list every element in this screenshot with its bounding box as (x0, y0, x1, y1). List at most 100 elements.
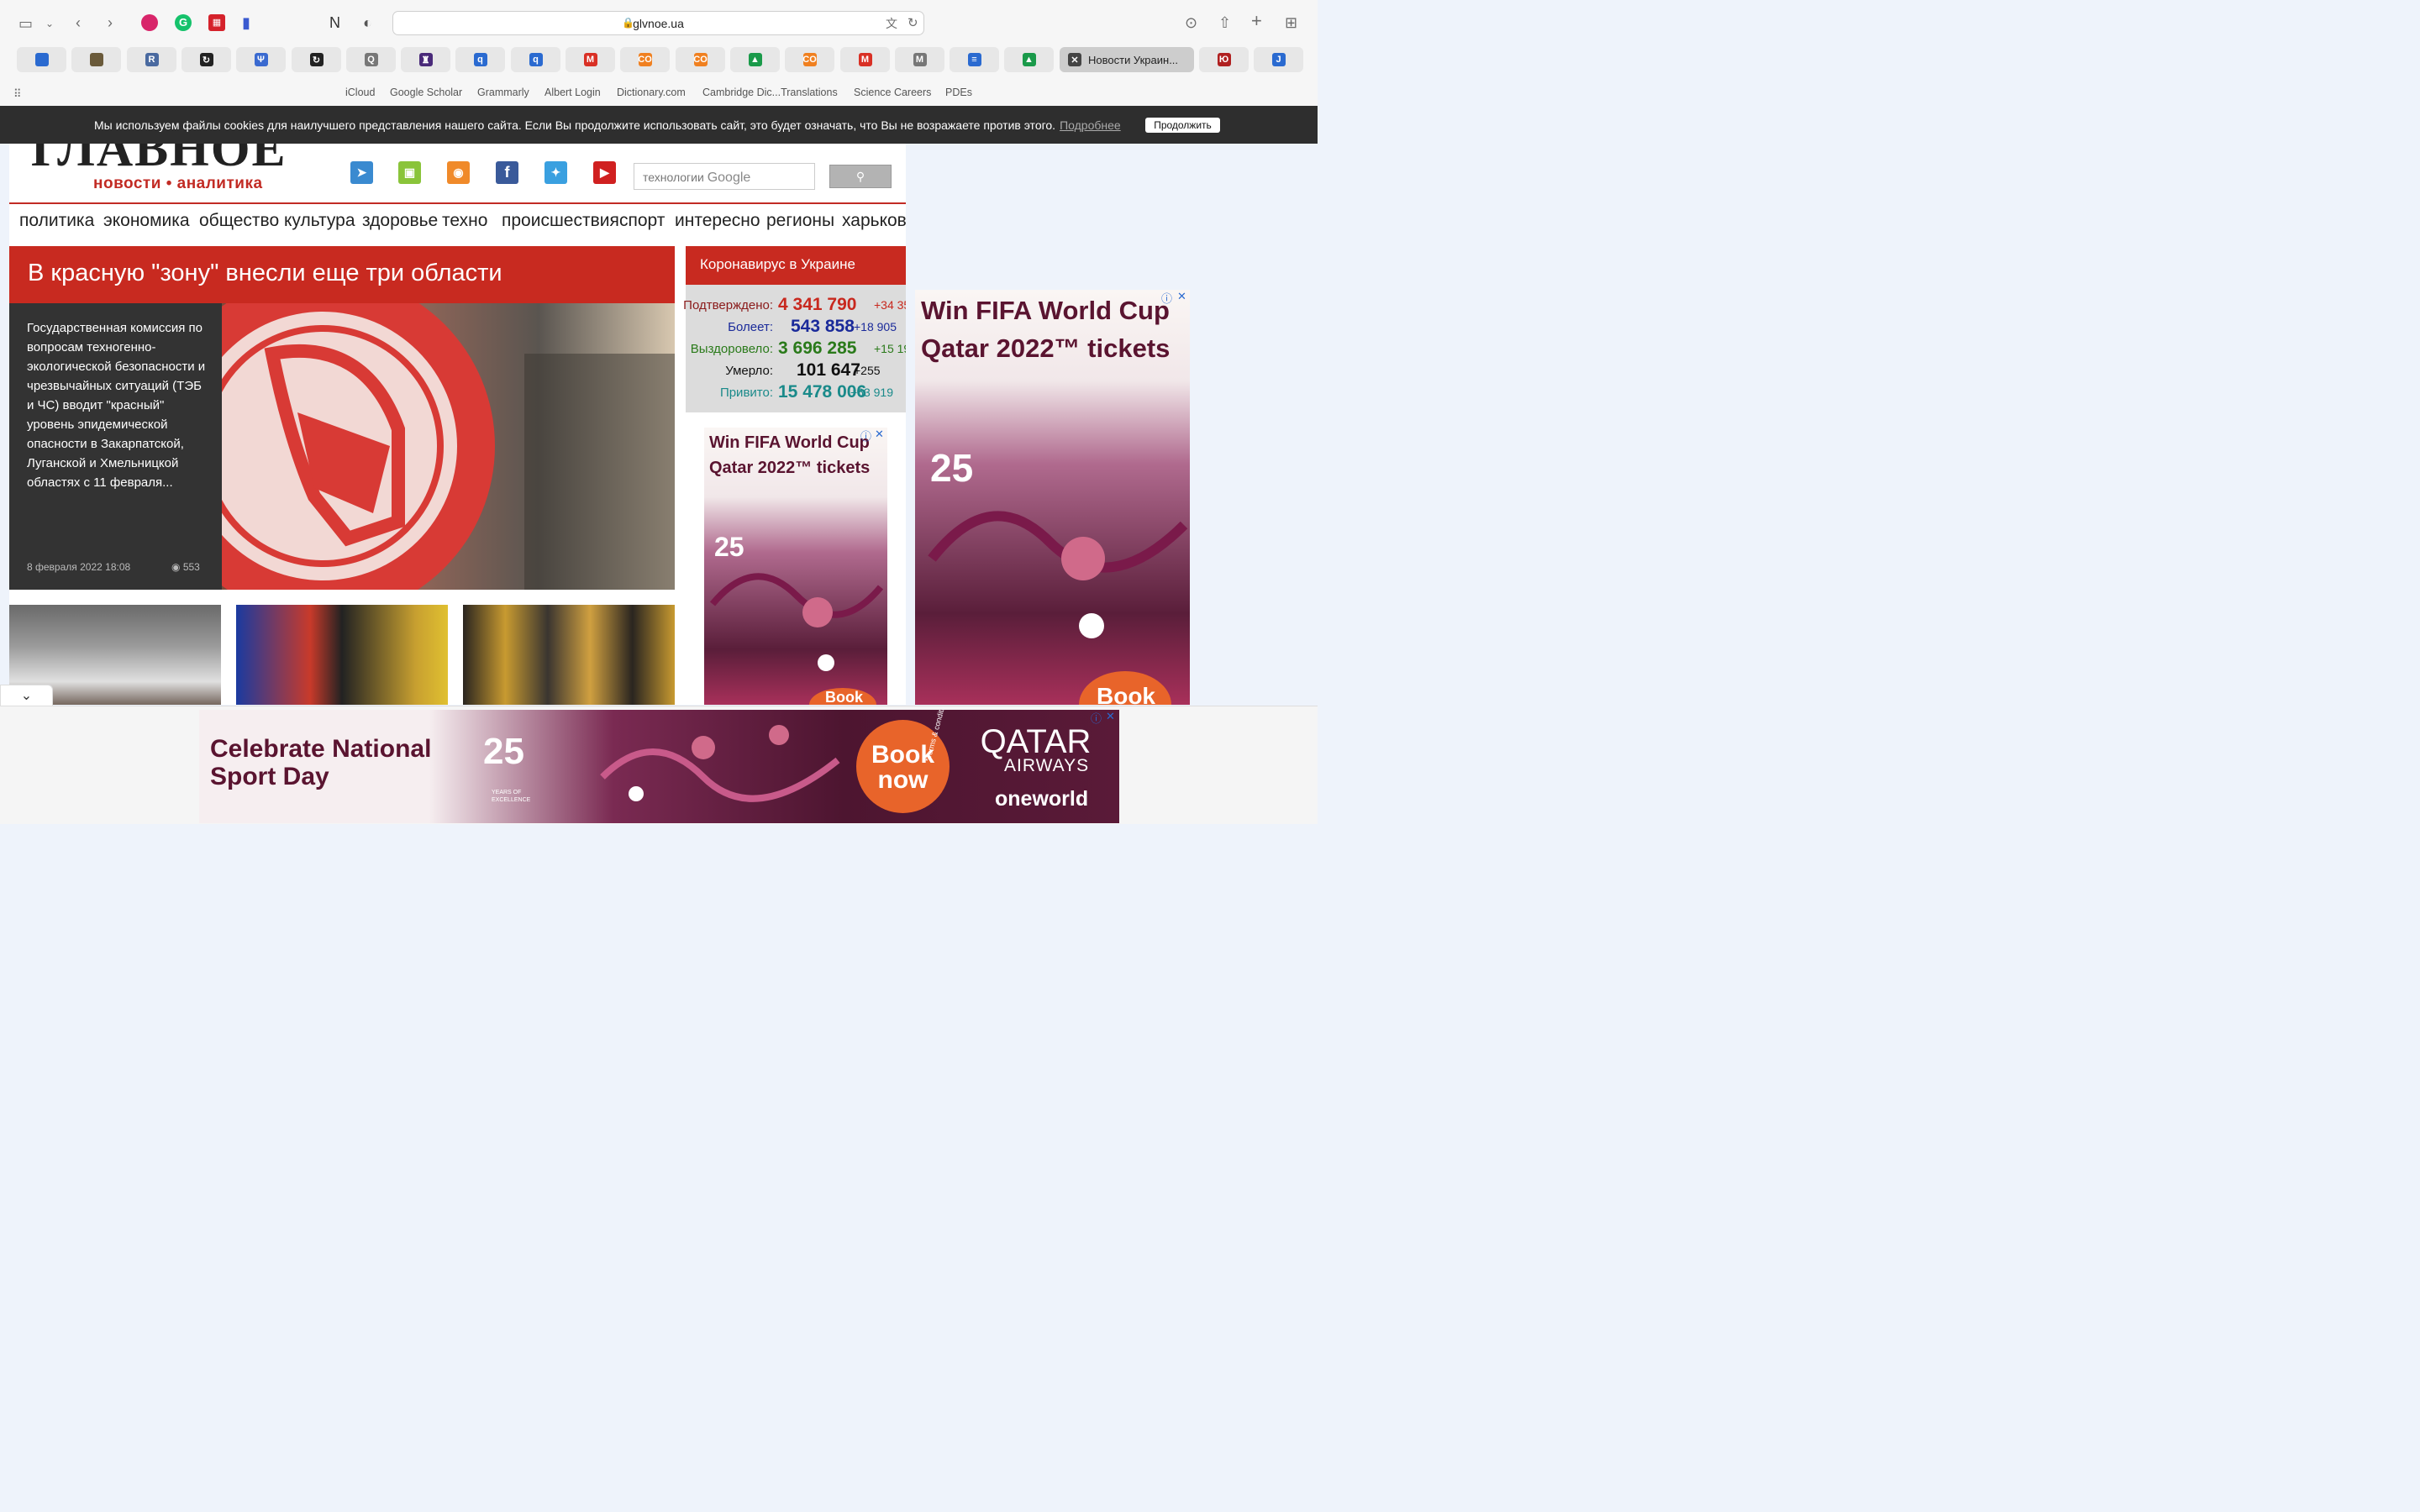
sidebar-icon[interactable]: ▭ (18, 15, 33, 32)
browser-tab[interactable]: CO (785, 47, 834, 72)
drive-icon: ▲ (748, 53, 762, 66)
browser-tab[interactable]: ↻ (292, 47, 341, 72)
browser-tab[interactable]: ≡ (950, 47, 999, 72)
new-tab-icon[interactable]: + (1251, 12, 1262, 30)
search-button[interactable]: ⚲ (829, 165, 892, 188)
thumbnail-politician[interactable] (236, 605, 448, 705)
twitter-icon[interactable]: ✦ (544, 161, 567, 184)
share-icon[interactable]: ⇧ (1218, 14, 1231, 31)
android-icon[interactable]: ▣ (398, 161, 421, 184)
ad-graphic (709, 573, 884, 705)
browser-tab[interactable] (17, 47, 66, 72)
headline-banner[interactable]: В красную "зону" внесли еще три области (9, 246, 675, 303)
notion-icon[interactable]: N (329, 14, 340, 31)
rss-icon[interactable]: ◉ (447, 161, 470, 184)
headline-image[interactable] (222, 303, 675, 590)
chevron-down-icon[interactable]: ⌄ (45, 15, 54, 32)
nav-divider (9, 202, 906, 204)
browser-tab[interactable]: ♜ (401, 47, 450, 72)
forward-icon[interactable]: › (108, 14, 113, 31)
collapse-ad-button[interactable]: ⌄ (0, 685, 53, 707)
headline-title[interactable]: В красную "зону" внесли еще три области (28, 260, 502, 287)
ad-book-text[interactable]: Book (825, 689, 863, 705)
browser-tab[interactable]: R (127, 47, 176, 72)
ad-fifa-small[interactable]: Win FIFA World Cup Qatar 2022™ tickets ⓘ … (704, 428, 887, 705)
yu-icon: Ю (1217, 53, 1231, 66)
extension-icon[interactable] (141, 14, 158, 31)
ad-qatar-airways[interactable]: Celebrate National Sport Day 25 YEARS OF … (199, 710, 1119, 823)
mask-warning-sign-icon (222, 303, 675, 590)
browser-tab[interactable]: J (1254, 47, 1303, 72)
telegram-icon[interactable]: ➤ (350, 161, 373, 184)
bookmark-science-careers[interactable]: Science Careers (854, 87, 931, 98)
youtube-icon[interactable]: ▶ (593, 161, 616, 184)
headline-views: ◉ 553 (171, 561, 200, 573)
nav-tech[interactable]: техно (442, 211, 487, 231)
cookie-more-link[interactable]: Подробнее (1060, 118, 1121, 132)
nav-economy[interactable]: экономика (103, 211, 190, 231)
browser-tab[interactable]: M (895, 47, 944, 72)
browser-tab[interactable]: q (455, 47, 505, 72)
browser-tab[interactable]: CO (676, 47, 725, 72)
browser-tab[interactable] (71, 47, 121, 72)
nav-culture[interactable]: культура (284, 211, 355, 231)
browser-tab[interactable]: Ю (1199, 47, 1249, 72)
browser-tab-active[interactable]: ✕ Новости Украин... (1060, 47, 1194, 72)
bookmark-pdes[interactable]: PDEs (945, 87, 972, 98)
downloads-icon[interactable]: ⊙ (1185, 14, 1197, 31)
mendeley-icon[interactable]: ▦ (208, 14, 225, 31)
shield-icon[interactable]: ◐ (363, 14, 372, 31)
reload-icon[interactable]: ↻ (908, 15, 918, 32)
covid-row: Умерло: 101 647 +255 (686, 360, 906, 381)
ad-bottom-info-icon[interactable]: ⓘ (1091, 710, 1102, 726)
thumbnail-oscars[interactable] (463, 605, 675, 705)
cookie-continue-button[interactable]: Продолжить (1145, 118, 1220, 133)
ad-bottom-close-icon[interactable]: ✕ (1106, 710, 1115, 723)
headline-summary[interactable]: Государственная комиссия по вопросам тех… (9, 303, 222, 590)
nav-kharkiv[interactable]: харьков (842, 211, 906, 231)
tab-overview-icon[interactable]: ⊞ (1285, 14, 1297, 31)
facebook-icon[interactable]: f (496, 161, 518, 184)
site-logo[interactable]: ГЛАВНОЕ (31, 144, 287, 178)
browser-tab[interactable]: ▲ (730, 47, 780, 72)
bookmark-dictionary[interactable]: Dictionary.com (617, 87, 686, 98)
bookmark-grammarly[interactable]: Grammarly (477, 87, 529, 98)
nav-society[interactable]: общество (199, 211, 279, 231)
nav-sport[interactable]: спорт (619, 211, 665, 231)
nav-regions[interactable]: регионы (766, 211, 834, 231)
eye-icon: ◉ (171, 561, 181, 573)
address-bar[interactable]: 🔒 glvnoe.ua 文 ↻ (392, 11, 924, 35)
search-input[interactable]: технологии Google (634, 163, 815, 190)
ad-fifa-large[interactable]: Win FIFA World Cup Qatar 2022™ tickets ⓘ … (915, 290, 1190, 705)
browser-tab[interactable]: CO (620, 47, 670, 72)
browser-tab[interactable]: Ψ (236, 47, 286, 72)
browser-tab[interactable]: ↻ (182, 47, 231, 72)
m-gray-icon: M (913, 53, 927, 66)
search-placeholder: технологии (643, 171, 704, 184)
browser-tab[interactable]: M (840, 47, 890, 72)
url-text: glvnoe.ua (633, 17, 684, 30)
back-icon[interactable]: ‹ (76, 14, 81, 31)
nav-politics[interactable]: политика (19, 211, 94, 231)
gmail-icon: M (858, 53, 872, 66)
ad-large-book-text[interactable]: Book (1097, 683, 1155, 705)
close-tab-icon[interactable]: ✕ (1068, 53, 1081, 66)
nav-interesting[interactable]: интересно (675, 211, 760, 231)
apps-grid-icon[interactable]: ⠿ (13, 86, 22, 102)
bookmark-albert-login[interactable]: Albert Login (544, 87, 601, 98)
browser-tab[interactable]: M (566, 47, 615, 72)
chart-extension-icon[interactable]: ▮ (242, 14, 250, 31)
bookmark-cambridge[interactable]: Cambridge Dic...Translations (702, 87, 838, 98)
j-icon: J (1271, 53, 1286, 66)
nav-health[interactable]: здоровье (362, 211, 438, 231)
bookmark-google-scholar[interactable]: Google Scholar (390, 87, 462, 98)
browser-tab[interactable]: q (511, 47, 560, 72)
bookmark-icloud[interactable]: iCloud (345, 87, 375, 98)
nav-incidents[interactable]: происшествия (502, 211, 619, 231)
covid-value: 543 858 (791, 317, 855, 336)
browser-tab[interactable]: ▲ (1004, 47, 1054, 72)
browser-tab[interactable]: Q (346, 47, 396, 72)
grammarly-icon[interactable]: G (175, 14, 192, 31)
covid-row: Подтверждено: 4 341 790 +34 353 (683, 295, 906, 315)
translate-icon[interactable]: 文 (886, 15, 897, 32)
